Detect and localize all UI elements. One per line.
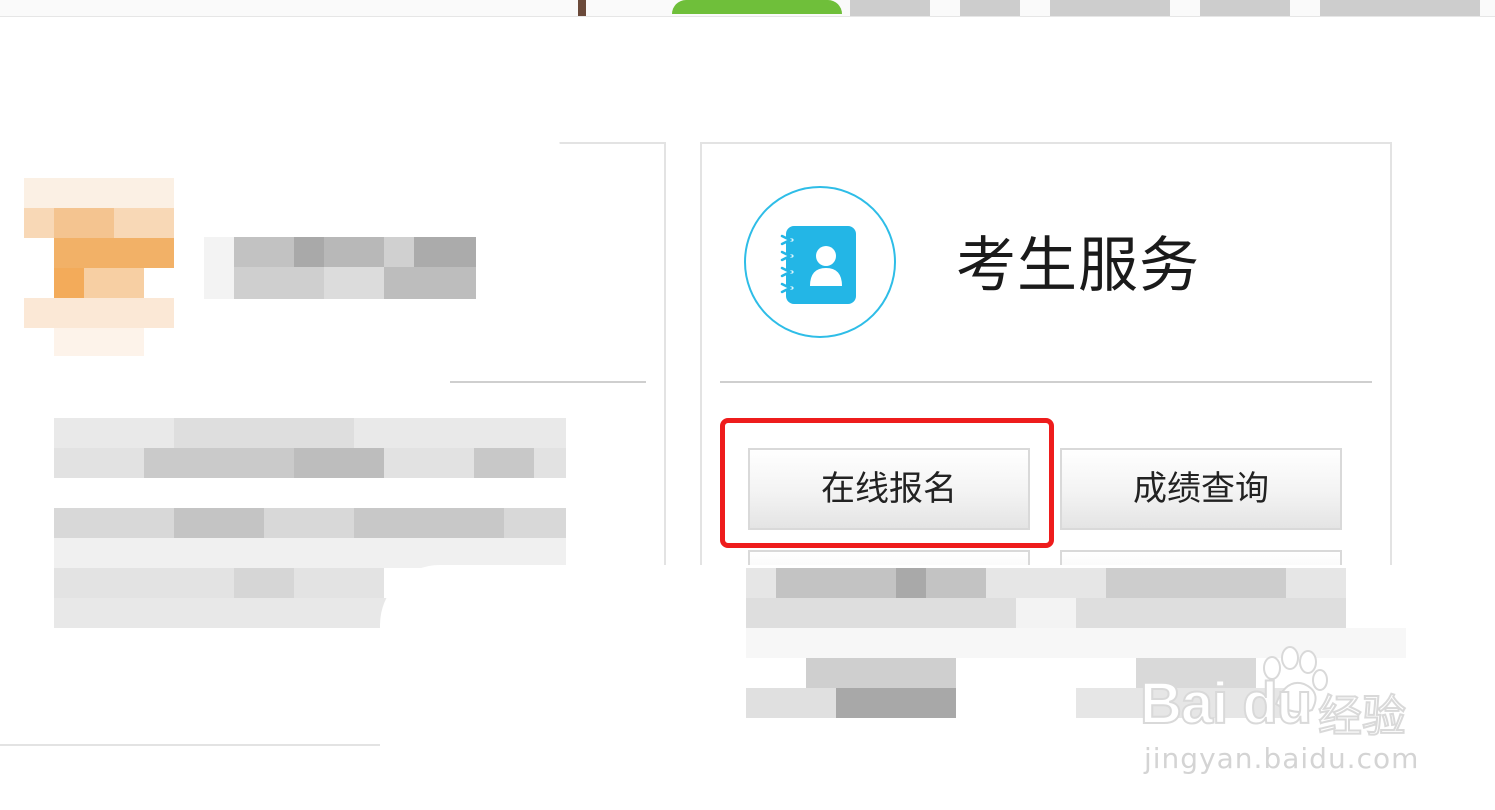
banner-post [578,0,586,16]
service-title: 考生服务 [956,231,1200,301]
top-banner-strip [0,0,1495,17]
watermark-suffix: 经验 [1317,690,1407,743]
right-panel-divider [720,381,1372,383]
score-query-button[interactable]: 成绩查询 [1060,448,1342,530]
pixelated-text-block [54,418,566,478]
banner-foliage [672,0,842,14]
baidu-jingyan-watermark: Bai du 经验 jingyan.baidu.com [1139,640,1430,780]
banner-building [960,0,1020,16]
watermark-brand: Bai du [1139,670,1313,737]
left-panel-divider [450,381,646,383]
banner-building [1200,0,1290,16]
highlight-box [720,418,1054,548]
contact-book-icon [778,226,856,304]
service-icon-circle [744,186,896,338]
banner-building [850,0,930,16]
banner-building [1050,0,1170,16]
pixelated-orange-icon [0,178,176,358]
pixelated-title [204,237,476,299]
watermark-url: jingyan.baidu.com [1144,742,1420,775]
redaction-smear [0,118,560,148]
banner-building [1320,0,1480,16]
